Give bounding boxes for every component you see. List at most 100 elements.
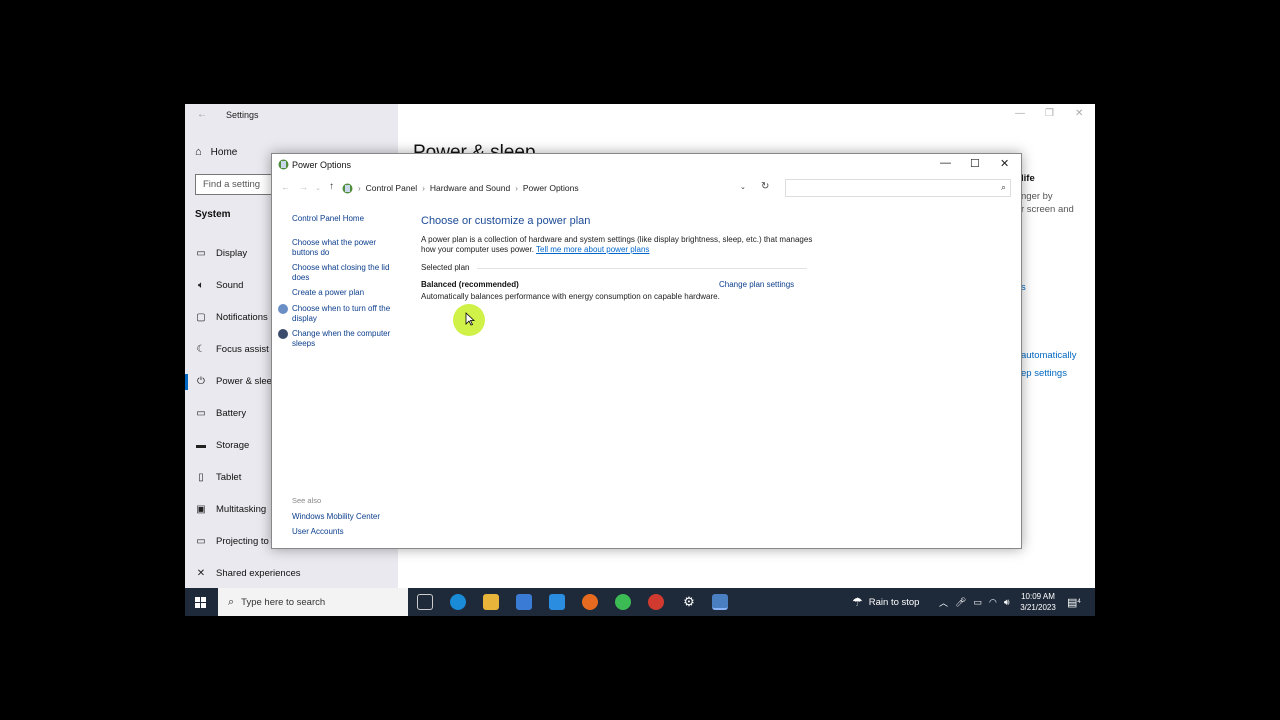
right-link[interactable]: automatically: [1021, 350, 1076, 361]
notification-icon: ▢: [196, 312, 206, 323]
home-icon: ⌂: [195, 146, 202, 158]
description: A power plan is a collection of hardware…: [421, 235, 813, 254]
chrome-icon[interactable]: [615, 594, 631, 610]
sidebar-item-sound[interactable]: 🔈︎ Sound: [195, 280, 243, 291]
system-heading: System: [195, 209, 231, 220]
control-panel-taskbar-icon[interactable]: [712, 594, 728, 610]
desktop: ← Settings — ❐ ✕ ⌂ Home Find a setting S…: [185, 104, 1095, 616]
sidebar-item-multitasking[interactable]: ▣ Multitasking: [195, 504, 266, 515]
settings-home[interactable]: ⌂ Home: [195, 146, 237, 158]
chevron-right-icon: ›: [422, 183, 425, 193]
windows-logo-icon: [194, 596, 206, 608]
clock-date: 3/21/2023: [1020, 603, 1056, 612]
link-turn-off-display[interactable]: Choose when to turn off the display: [292, 304, 397, 324]
minimize-icon[interactable]: —: [1015, 108, 1025, 119]
power-options-icon: [278, 159, 289, 170]
settings-titlebar: ← Settings — ❐ ✕: [185, 104, 1095, 126]
battery-icon[interactable]: ▭: [973, 597, 982, 608]
learn-more-link[interactable]: Tell me more about power plans: [536, 245, 649, 254]
link-user-accounts[interactable]: User Accounts: [292, 527, 344, 537]
sidebar-item-projecting[interactable]: ▭ Projecting to: [195, 536, 269, 547]
up-arrow-icon[interactable]: ↑: [329, 181, 334, 192]
plan-name: Balanced (recommended): [421, 280, 519, 289]
taskbar-search-placeholder: Type here to search: [241, 596, 326, 608]
volume-icon[interactable]: 🔊︎: [1004, 597, 1010, 608]
change-plan-settings-link[interactable]: Change plan settings: [719, 280, 794, 289]
link-control-panel-home[interactable]: Control Panel Home: [292, 214, 364, 224]
address-bar: ← → ⌄ ↑ › Control Panel › Hardware and S…: [272, 177, 1021, 199]
right-text: r screen and: [1021, 204, 1074, 215]
clock[interactable]: 10:09 AM 3/21/2023: [1020, 591, 1056, 613]
edge-icon[interactable]: [450, 594, 466, 610]
moon-icon: [278, 329, 288, 339]
breadcrumb-hardware-sound[interactable]: Hardware and Sound: [430, 183, 510, 193]
breadcrumb: › Control Panel › Hardware and Sound › P…: [342, 179, 752, 197]
back-arrow-icon[interactable]: ←: [281, 182, 290, 192]
firefox-icon[interactable]: [582, 594, 598, 610]
moon-icon: ☾: [196, 344, 206, 355]
active-indicator: [185, 374, 188, 390]
minimize-icon[interactable]: —: [940, 157, 951, 169]
see-also-label: See also: [292, 496, 322, 505]
settings-title: Settings: [226, 110, 259, 120]
power-icon: ⏻: [197, 376, 205, 387]
link-create-plan[interactable]: Create a power plan: [292, 288, 364, 298]
maximize-icon[interactable]: ☐: [970, 157, 980, 170]
close-icon[interactable]: ✕: [1000, 157, 1009, 170]
address-dropdown-icon[interactable]: ⌄: [740, 183, 746, 191]
link-computer-sleeps[interactable]: Change when the computer sleeps: [292, 329, 397, 349]
mail-icon[interactable]: [549, 594, 565, 610]
window-title: Power Options: [292, 160, 352, 170]
file-explorer-icon[interactable]: [483, 594, 499, 610]
back-arrow-icon[interactable]: ←: [197, 109, 207, 120]
weather-widget[interactable]: ☂ Rain to stop: [852, 588, 919, 616]
link-mobility-center[interactable]: Windows Mobility Center: [292, 512, 380, 522]
taskbar-search[interactable]: ⌕ Type here to search: [218, 588, 408, 616]
chevron-right-icon: ›: [515, 183, 518, 193]
chevron-down-icon[interactable]: ⌄: [315, 184, 321, 192]
mouse-cursor-icon: [465, 312, 475, 326]
chevron-right-icon: ›: [358, 183, 361, 193]
power-options-window: Power Options — ☐ ✕ ← → ⌄ ↑ › Control Pa…: [271, 153, 1022, 549]
sidebar-item-shared-experiences[interactable]: ✕ Shared experiences: [195, 568, 301, 579]
projector-icon: ▭: [196, 536, 206, 547]
sidebar-item-display[interactable]: ▭ Display: [195, 248, 247, 259]
store-icon[interactable]: [516, 594, 532, 610]
weather-icon: ☂: [852, 595, 863, 609]
sidebar-item-notifications[interactable]: ▢ Notifications: [195, 312, 267, 323]
notification-center-icon[interactable]: ▤ 4: [1067, 588, 1081, 616]
taskbar: ⌕ Type here to search ⚙ ☂ Rain to stop ︿…: [185, 588, 1095, 616]
search-input[interactable]: ⌕: [785, 179, 1011, 197]
microphone-icon[interactable]: 🎤︎: [955, 597, 966, 608]
sidebar-item-power-sleep[interactable]: ⏻ Power & sleep: [195, 376, 277, 387]
task-view-icon[interactable]: [417, 594, 433, 610]
search-icon: ⌕: [228, 595, 235, 608]
link-power-buttons[interactable]: Choose what the power buttons do: [292, 238, 392, 258]
storage-icon: ▬: [196, 440, 206, 451]
start-button[interactable]: [185, 588, 215, 616]
forward-arrow-icon[interactable]: →: [299, 182, 308, 192]
selected-plan-label: Selected plan: [421, 263, 470, 272]
tablet-icon: ▯: [198, 472, 204, 483]
gear-icon[interactable]: ⚙: [681, 594, 697, 610]
speaker-icon: 🔈︎: [198, 280, 204, 291]
plan-description: Automatically balances performance with …: [421, 292, 720, 301]
chevron-up-icon[interactable]: ︿: [939, 596, 948, 609]
clock-time: 10:09 AM: [1021, 592, 1055, 601]
battery-icon: ▭: [196, 408, 206, 419]
sidebar-item-tablet[interactable]: ▯ Tablet: [195, 472, 241, 483]
sidebar-item-battery[interactable]: ▭ Battery: [195, 408, 246, 419]
close-icon[interactable]: ✕: [1075, 108, 1083, 119]
page-heading: Choose or customize a power plan: [421, 215, 591, 227]
find-setting-input[interactable]: Find a setting: [195, 174, 275, 195]
sidebar-item-focus-assist[interactable]: ☾ Focus assist: [195, 344, 269, 355]
restore-icon[interactable]: ❐: [1045, 108, 1054, 119]
sidebar-item-storage[interactable]: ▬ Storage: [195, 440, 249, 451]
refresh-icon[interactable]: ↻: [761, 181, 769, 192]
wifi-icon[interactable]: ◠: [989, 597, 997, 608]
breadcrumb-power-options[interactable]: Power Options: [523, 183, 579, 193]
link-closing-lid[interactable]: Choose what closing the lid does: [292, 263, 392, 283]
right-link[interactable]: ep settings: [1021, 368, 1067, 379]
record-icon[interactable]: [648, 594, 664, 610]
breadcrumb-control-panel[interactable]: Control Panel: [366, 183, 418, 193]
